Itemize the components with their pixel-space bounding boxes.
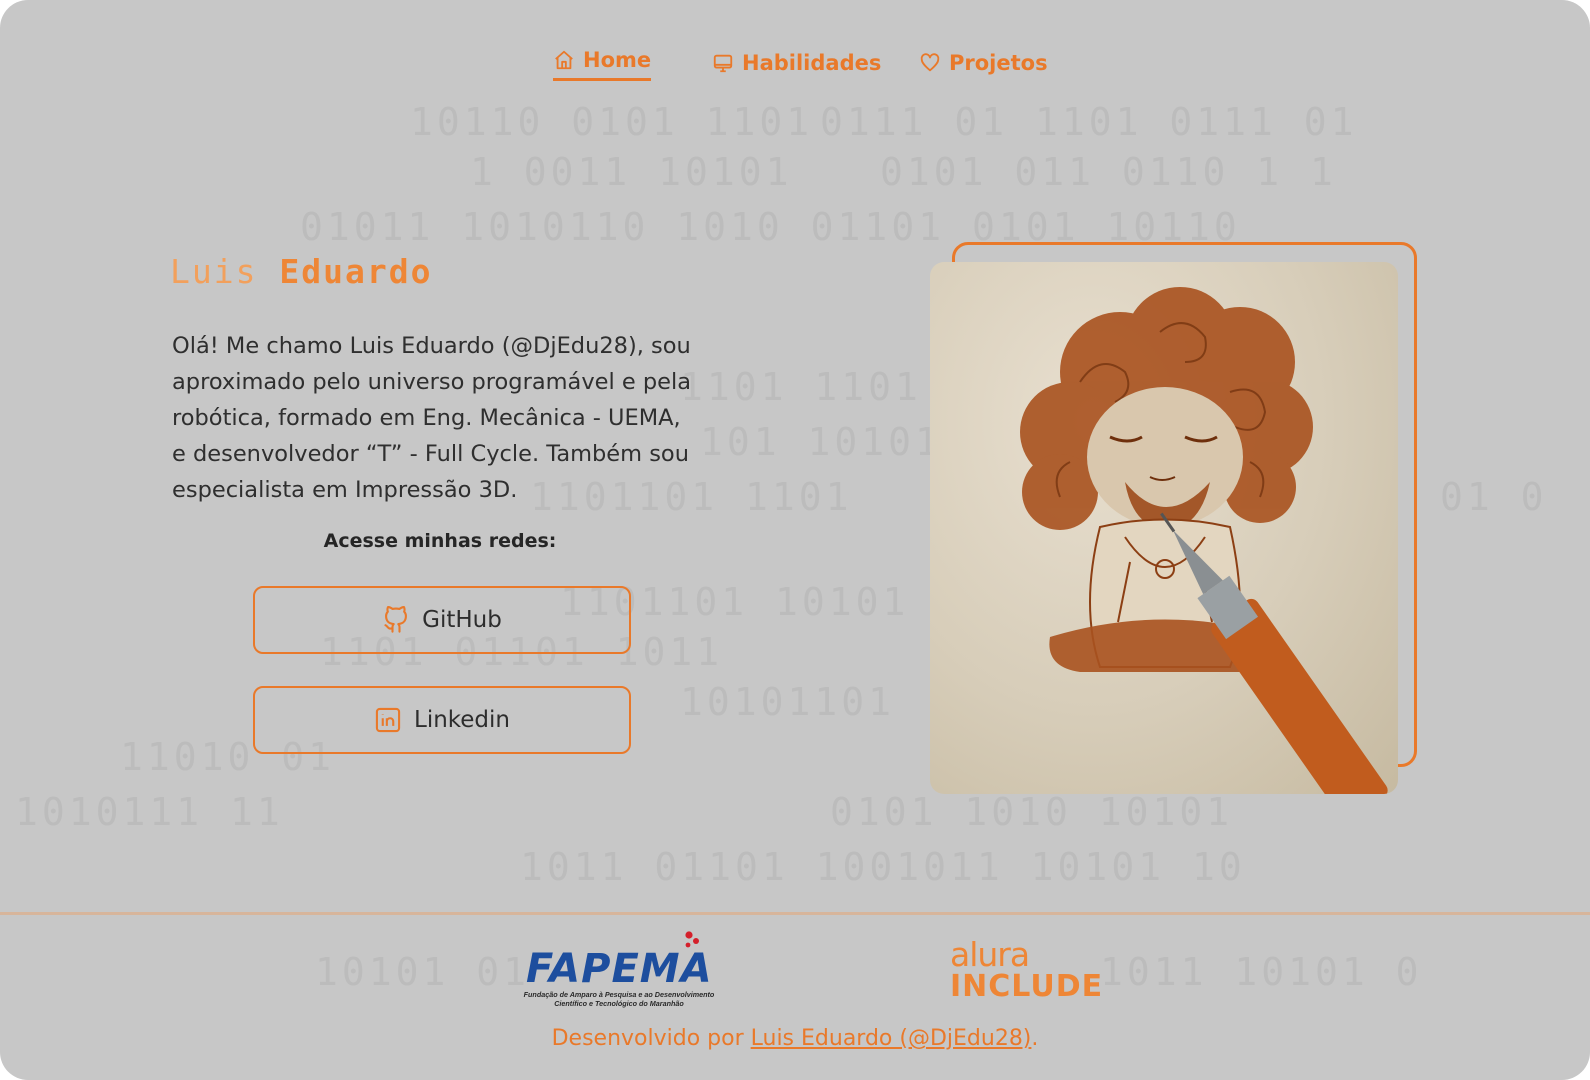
github-icon xyxy=(384,606,408,633)
fapema-logo: FAPEMA Fundação de Amparo à Pesquisa e a… xyxy=(514,930,724,1010)
portrait-drawing xyxy=(930,262,1398,794)
hero-name: Luis Eduardo xyxy=(170,252,432,291)
credits-suffix: . xyxy=(1031,1026,1039,1051)
sketch-illustration xyxy=(1020,287,1388,794)
fapema-subtitle: Fundação de Amparo à Pesquisa e ao Desen… xyxy=(514,990,724,1008)
nav-habilidades-label: Habilidades xyxy=(742,51,882,75)
linkedin-button-label: Linkedin xyxy=(414,707,510,733)
hero-name-first: Luis xyxy=(170,252,258,291)
credits-prefix: Desenvolvido por xyxy=(551,1026,751,1051)
fapema-wordmark: FAPEMA xyxy=(526,946,713,992)
alura-wordmark: alura xyxy=(950,935,1030,974)
monitor-icon xyxy=(713,54,733,73)
hero-bio: Olá! Me chamo Luis Eduardo (@DjEdu28), s… xyxy=(172,333,692,503)
nav-projetos-label: Projetos xyxy=(949,51,1048,75)
include-wordmark: INCLUDE xyxy=(950,969,1104,1004)
alura-include-logo: alura INCLUDE xyxy=(950,938,1103,1003)
nav-projetos[interactable]: Projetos xyxy=(919,51,1048,75)
hero-name-last: Eduardo xyxy=(279,252,433,291)
home-icon xyxy=(555,50,573,70)
github-button[interactable]: GitHub xyxy=(253,586,631,654)
footer-divider xyxy=(0,912,1590,915)
portfolio-page: 10110 0101 1101 0111 01 1101 0111 01 1 0… xyxy=(0,0,1590,1080)
footer-credits: Desenvolvido por Luis Eduardo (@DjEdu28)… xyxy=(0,1026,1590,1051)
nav-habilidades[interactable]: Habilidades xyxy=(712,51,881,75)
fapema-subtitle-line2: Científico e Tecnológico do Maranhão xyxy=(554,999,684,1008)
github-button-label: GitHub xyxy=(422,607,502,633)
heart-icon xyxy=(920,53,940,72)
main-nav: Home Habilidades Projetos xyxy=(0,48,1590,92)
nav-home-label: Home xyxy=(583,48,652,72)
linkedin-icon xyxy=(375,707,401,733)
social-title: Acesse minhas redes: xyxy=(323,530,557,552)
fapema-subtitle-line1: Fundação de Amparo à Pesquisa e ao Desen… xyxy=(523,990,715,999)
nav-home[interactable]: Home xyxy=(553,48,652,81)
credits-author-link[interactable]: Luis Eduardo (@DjEdu28) xyxy=(751,1026,1032,1051)
linkedin-button[interactable]: Linkedin xyxy=(253,686,631,754)
